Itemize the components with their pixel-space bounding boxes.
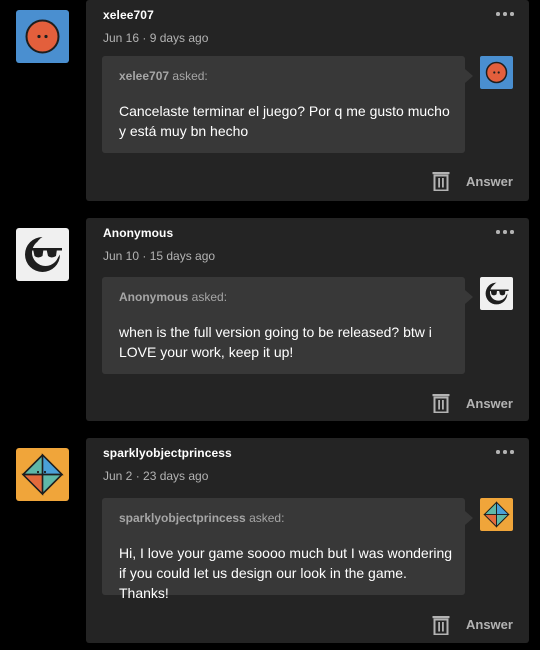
question-bubble: Anonymous asked: when is the full versio… [102, 277, 473, 374]
diamond-gem-avatar-icon [480, 498, 513, 531]
trash-icon [432, 172, 450, 191]
asker-name[interactable]: xelee707 [119, 69, 169, 83]
asker-avatar[interactable] [16, 228, 69, 281]
ask-card: Anonymous Jun 10 · 15 days ago Anonymous… [86, 218, 529, 421]
orange-face-avatar-icon [16, 10, 69, 63]
asker-line: xelee707 asked: [119, 69, 208, 83]
more-options-button[interactable] [494, 4, 516, 22]
answer-button[interactable]: Answer [466, 396, 513, 411]
post-date: Jun 16 · 9 days ago [103, 31, 209, 45]
delete-button[interactable] [432, 171, 450, 191]
question-text: Cancelaste terminar el juego? Por q me g… [119, 103, 450, 139]
diamond-gem-avatar-icon [16, 448, 69, 501]
asker-line: Anonymous asked: [119, 290, 227, 304]
delete-button[interactable] [432, 393, 450, 413]
asker-line: sparklyobjectprincess asked: [119, 511, 284, 525]
post-username[interactable]: Anonymous [103, 226, 173, 240]
asker-avatar[interactable] [16, 448, 69, 501]
ask-card: xelee707 Jun 16 · 9 days ago xelee707 as… [86, 0, 529, 201]
asker-avatar[interactable] [16, 10, 69, 63]
asker-name[interactable]: Anonymous [119, 290, 188, 304]
trash-icon [432, 394, 450, 413]
bubble-asker-avatar[interactable] [480, 498, 513, 531]
question-text: when is the full version going to be rel… [119, 324, 432, 360]
question-bubble: sparklyobjectprincess asked: Hi, I love … [102, 498, 473, 601]
more-options-button[interactable] [494, 442, 516, 460]
delete-button[interactable] [432, 615, 450, 635]
ask-card: sparklyobjectprincess Jun 2 · 23 days ag… [86, 438, 529, 643]
question-bubble: xelee707 asked: Cancelaste terminar el j… [102, 56, 473, 153]
post-username[interactable]: xelee707 [103, 8, 154, 22]
sunglasses-ghost-avatar-icon [480, 277, 513, 310]
asked-label: asked: [245, 511, 285, 525]
answer-button[interactable]: Answer [466, 174, 513, 189]
post-username[interactable]: sparklyobjectprincess [103, 446, 232, 460]
orange-face-avatar-icon [480, 56, 513, 89]
post-date: Jun 2 · 23 days ago [103, 469, 209, 483]
more-options-button[interactable] [494, 222, 516, 240]
question-text: Hi, I love your game soooo much but I wa… [119, 545, 453, 601]
asked-label: asked: [169, 69, 208, 83]
bubble-asker-avatar[interactable] [480, 277, 513, 310]
bubble-asker-avatar[interactable] [480, 56, 513, 89]
asker-name[interactable]: sparklyobjectprincess [119, 511, 246, 525]
asked-label: asked: [188, 290, 228, 304]
answer-button[interactable]: Answer [466, 617, 513, 632]
post-date: Jun 10 · 15 days ago [103, 249, 216, 263]
sunglasses-ghost-avatar-icon [16, 228, 69, 281]
trash-icon [432, 616, 450, 635]
